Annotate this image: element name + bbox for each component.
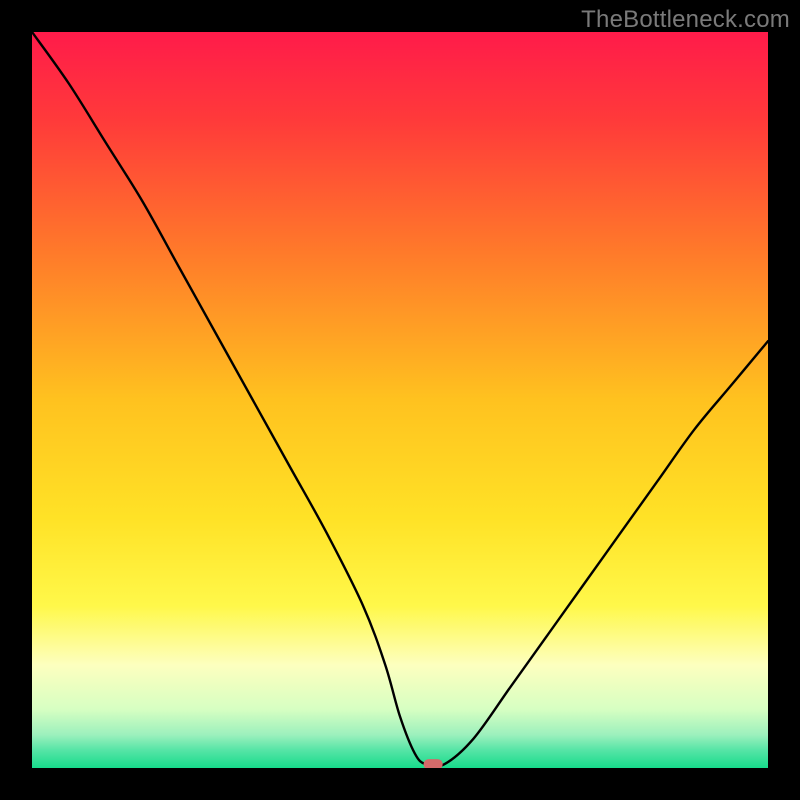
chart-svg [32, 32, 768, 768]
gradient-background [32, 32, 768, 768]
chart-container: TheBottleneck.com [0, 0, 800, 800]
watermark-text: TheBottleneck.com [581, 6, 790, 34]
optimal-point-marker [424, 759, 443, 768]
plot-area [32, 32, 768, 768]
